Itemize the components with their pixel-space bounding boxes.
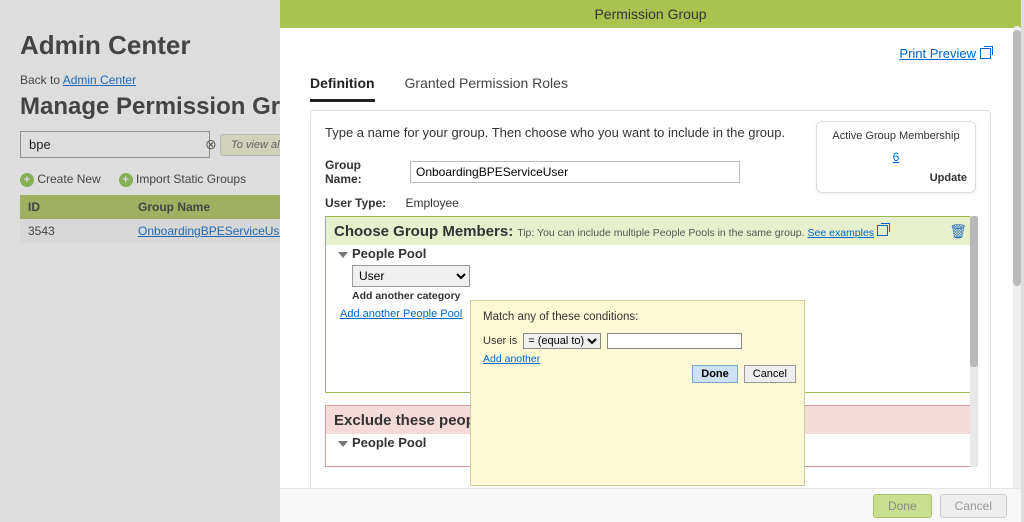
tab-definition[interactable]: Definition	[310, 75, 375, 102]
add-another-condition-link[interactable]: Add another	[483, 353, 540, 365]
chevron-down-icon	[338, 441, 348, 447]
popover-title: Match any of these conditions:	[483, 311, 792, 323]
modal-title: Permission Group	[280, 0, 1021, 28]
delete-pool-icon[interactable]: 🗑	[949, 223, 967, 240]
modal-scrollbar[interactable]	[1013, 26, 1021, 492]
external-link-icon	[980, 48, 991, 59]
group-name-input[interactable]	[410, 161, 740, 183]
panel-scrollbar[interactable]	[970, 216, 978, 467]
print-preview-link[interactable]: Print Preview	[899, 46, 991, 61]
user-type-label: User Type:	[325, 196, 386, 210]
membership-update-button[interactable]: Update	[825, 172, 967, 184]
field-label: User is	[483, 335, 517, 347]
cgm-tip: Tip: You can include multiple People Poo…	[517, 225, 888, 239]
external-link-icon	[877, 225, 888, 236]
add-another-category[interactable]: Add another category	[352, 290, 470, 302]
tab-granted-roles[interactable]: Granted Permission Roles	[405, 75, 568, 102]
chevron-down-icon	[338, 252, 348, 258]
popover-cancel-button[interactable]: Cancel	[744, 365, 796, 383]
condition-value-input[interactable]	[607, 333, 742, 349]
membership-count-link[interactable]: 6	[825, 150, 967, 164]
cgm-title: Choose Group Members:	[334, 223, 513, 240]
user-type-value: Employee	[405, 196, 458, 210]
modal-footer: Done Cancel	[280, 488, 1021, 522]
popover-done-button[interactable]: Done	[692, 365, 738, 383]
modal-done-button[interactable]: Done	[873, 494, 932, 518]
modal-cancel-button[interactable]: Cancel	[940, 494, 1007, 518]
operator-select[interactable]: = (equal to)	[523, 333, 601, 349]
conditions-popover: Match any of these conditions: User is =…	[470, 300, 805, 486]
tabs: Definition Granted Permission Roles	[280, 75, 1021, 102]
group-name-label: Group Name:	[325, 158, 400, 186]
see-examples-link[interactable]: See examples	[808, 227, 875, 239]
people-pool-heading[interactable]: People Pool	[338, 246, 967, 261]
membership-title: Active Group Membership	[825, 130, 967, 142]
category-select[interactable]: User	[352, 265, 470, 287]
membership-card: Active Group Membership 6 Update	[816, 121, 976, 193]
